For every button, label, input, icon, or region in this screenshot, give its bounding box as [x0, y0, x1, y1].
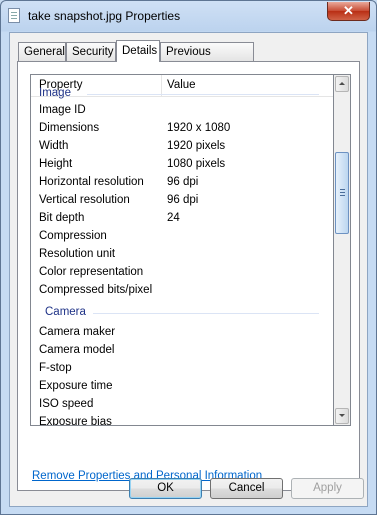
grip-icon [340, 189, 345, 190]
tab-general[interactable]: General [18, 42, 66, 61]
list-item[interactable]: Compression [39, 230, 319, 248]
property-name: Camera maker [39, 326, 116, 338]
list-item[interactable]: ISO speed [39, 398, 319, 416]
window-title: take snapshot.jpg Properties [28, 9, 181, 23]
property-name: Camera model [39, 344, 115, 356]
group-divider [87, 94, 319, 95]
tab-details[interactable]: Details [116, 40, 160, 62]
list-item[interactable]: Image ID [39, 104, 319, 122]
list-item[interactable]: Exposure bias [39, 416, 319, 426]
vertical-scrollbar[interactable] [334, 74, 351, 426]
property-name: Width [39, 140, 69, 152]
property-value: 96 dpi [167, 194, 199, 206]
column-header-value[interactable]: Value [167, 79, 196, 91]
apply-button[interactable]: Apply [291, 478, 364, 499]
list-item[interactable]: Height 1080 pixels [39, 158, 319, 176]
close-button[interactable]: ✕ [327, 2, 370, 21]
list-item[interactable]: Resolution unit [39, 248, 319, 266]
dialog-body: General Security Details Previous Versio… [9, 32, 368, 507]
property-name: Horizontal resolution [39, 176, 144, 188]
property-name: Vertical resolution [39, 194, 130, 206]
list-item[interactable]: Exposure time [39, 380, 319, 398]
property-value: 1080 pixels [167, 158, 226, 170]
scroll-down-arrow-icon [339, 414, 345, 417]
properties-window: take snapshot.jpg Properties ✕ General S… [0, 0, 377, 515]
title-bar[interactable]: take snapshot.jpg Properties ✕ [1, 1, 376, 31]
ok-button[interactable]: OK [129, 478, 202, 499]
property-name: Compression [39, 230, 107, 242]
property-name: ISO speed [39, 398, 94, 410]
property-name: Exposure time [39, 380, 113, 392]
details-tab-page: Property Value Image Image ID Dimensions… [17, 61, 360, 491]
list-item[interactable]: F-stop [39, 362, 319, 380]
cancel-button[interactable]: Cancel [210, 478, 283, 499]
property-name: Image ID [39, 104, 86, 116]
list-item[interactable]: Vertical resolution 96 dpi [39, 194, 319, 212]
list-item[interactable]: Dimensions 1920 x 1080 [39, 122, 319, 140]
scroll-thumb[interactable] [335, 152, 349, 234]
close-icon: ✕ [343, 3, 354, 18]
property-list[interactable]: Property Value Image Image ID Dimensions… [30, 74, 334, 426]
property-name: Exposure bias [39, 416, 112, 426]
property-value: 1920 x 1080 [167, 122, 231, 134]
list-item[interactable]: Compressed bits/pixel [39, 284, 319, 302]
property-name: Compressed bits/pixel [39, 284, 153, 296]
list-item[interactable]: Horizontal resolution 96 dpi [39, 176, 319, 194]
scroll-down-button[interactable] [335, 408, 349, 424]
property-name: Dimensions [39, 122, 100, 134]
list-item[interactable]: Color representation [39, 266, 319, 284]
property-name: Height [39, 158, 73, 170]
property-name: F-stop [39, 362, 72, 374]
list-item[interactable]: Camera maker [39, 326, 319, 344]
column-divider[interactable] [161, 75, 162, 96]
property-name: Color representation [39, 266, 144, 278]
list-item[interactable]: Width 1920 pixels [39, 140, 319, 158]
group-header-camera: Camera [45, 306, 86, 318]
tab-security[interactable]: Security [66, 42, 116, 61]
property-name: Bit depth [39, 212, 85, 224]
list-item[interactable]: Camera model [39, 344, 319, 362]
list-item[interactable]: Bit depth 24 [39, 212, 319, 230]
property-name: Resolution unit [39, 248, 116, 260]
scroll-up-button[interactable] [335, 76, 349, 92]
group-header-image: Image [39, 87, 71, 99]
group-divider [93, 313, 319, 314]
scroll-up-arrow-icon [339, 82, 345, 85]
property-value: 96 dpi [167, 176, 199, 188]
tab-previous-versions[interactable]: Previous Versions [160, 42, 254, 76]
property-value: 1920 pixels [167, 140, 226, 152]
property-value: 24 [167, 212, 180, 224]
document-icon [8, 8, 20, 23]
